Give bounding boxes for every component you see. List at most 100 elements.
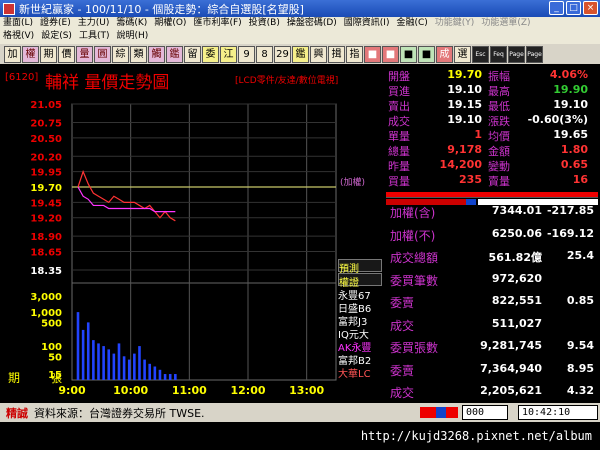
menu-row-1: 畫面(L) 證券(E) 主力(U) 籌碼(K) 期權(O) 匯市利率(F) 投資(B) 操盤密… (0, 17, 600, 30)
broker-tab[interactable]: 預測 (338, 259, 382, 275)
market-row: 成交 511,027 (386, 317, 598, 335)
chart-frame (71, 103, 337, 381)
toolbar-button[interactable]: 成 (436, 45, 453, 63)
menu-item[interactable]: 國際資訊(I) (344, 17, 390, 30)
menu-item[interactable]: 說明(H) (116, 30, 148, 43)
toolbar-button[interactable]: ■ (382, 45, 399, 63)
quote-row: 總量 9,178 金額 1.80 (386, 143, 598, 158)
market-value: 561.82億 (488, 251, 542, 264)
toolbar-button[interactable]: Esc (472, 45, 489, 63)
menu-item[interactable]: 功能鍵(Y) (435, 17, 475, 30)
quote-value: 19.90 (553, 83, 588, 96)
market-row: 成交 2,205,621 4.32 (386, 384, 598, 402)
toolbar-button[interactable]: 綜 (112, 45, 129, 63)
quote-label: 賣量 (488, 175, 510, 188)
menu-bar: 畫面(L) 證券(E) 主力(U) 籌碼(K) 期權(O) 匯市利率(F) 投資(B) 操盤密… (0, 17, 600, 44)
market-value: 822,551 (491, 294, 542, 307)
menu-item[interactable]: 投資(B) (249, 17, 280, 30)
broker-item[interactable]: IQ元大 (338, 326, 382, 341)
toolbar-button[interactable]: 江 (220, 45, 237, 63)
price-series-line (77, 169, 176, 222)
broker-item[interactable]: 富邦J3 (338, 313, 382, 328)
quote-label: 漲跌 (488, 115, 510, 128)
vendor-tag: 精誠 (6, 406, 28, 420)
market-row: 成交總額 561.82億 25.4 (386, 249, 598, 267)
market-label: 成交總額 (390, 251, 439, 265)
quote-row: 單量 1 均價 19.65 (386, 128, 598, 143)
toolbar-button[interactable]: 期 (40, 45, 57, 63)
toolbar-button[interactable]: 量 (76, 45, 93, 63)
market-value: 9,281,745 (480, 339, 542, 352)
toolbar-button[interactable]: 權 (22, 45, 39, 63)
toolbar-button[interactable]: ■ (364, 45, 381, 63)
toolbar-button[interactable]: 圓 (94, 45, 111, 63)
market-row: 委買筆數 972,620 (386, 272, 598, 290)
toolbar-button[interactable]: 鑑 (292, 45, 309, 63)
toolbar-button[interactable]: 委 (202, 45, 219, 63)
quote-value: 4.06% (549, 68, 588, 81)
quote-label: 金額 (488, 145, 510, 158)
toolbar-button[interactable]: 揖 (328, 45, 345, 63)
toolbar-button[interactable]: ■ (418, 45, 435, 63)
toolbar-button[interactable]: 興 (310, 45, 327, 63)
toolbar-button[interactable]: 加 (4, 45, 21, 63)
broker-item[interactable]: 大華LC (338, 365, 382, 380)
maximize-button[interactable]: □ (566, 1, 581, 15)
menu-item[interactable]: 設定(S) (41, 30, 72, 43)
weighted-label: (加權) (340, 176, 365, 188)
menu-item[interactable]: 操盤密碼(D) (287, 17, 337, 30)
toolbar-button[interactable]: Page (508, 45, 525, 63)
toolbar-button[interactable]: 價 (58, 45, 75, 63)
broker-item[interactable]: AK永豐 (338, 339, 382, 354)
toolbar-button[interactable]: 觸 (148, 45, 165, 63)
toolbar-button[interactable]: 留 (184, 45, 201, 63)
quote-label: 買進 (388, 85, 410, 98)
price-tick-label: 19.95 (30, 168, 62, 179)
broker-tab[interactable]: 權證 (338, 273, 382, 289)
toolbar-button[interactable]: Feq (490, 45, 507, 63)
toolbar-button[interactable]: 8 (256, 45, 273, 63)
toolbar-button[interactable]: 29 (274, 45, 291, 63)
broker-item[interactable]: 永豐67 (338, 287, 382, 302)
toolbar-button[interactable]: 選 (454, 45, 471, 63)
price-tick-label: 21.05 (30, 100, 62, 111)
toolbar-button[interactable]: 9 (238, 45, 255, 63)
market-value: 6250.06 (491, 226, 542, 240)
quote-label: 昨量 (388, 160, 410, 173)
menu-item[interactable]: 功能選單(Z) (481, 17, 530, 30)
market-row: 委賣 7,364,940 8.95 (386, 362, 598, 380)
toolbar-button[interactable]: 類 (130, 45, 147, 63)
menu-item[interactable]: 工具(T) (79, 30, 110, 43)
market-row: 委賣 822,551 0.85 (386, 294, 598, 312)
broker-item[interactable]: 富邦B2 (338, 352, 382, 367)
market-label: 委買張數 (390, 341, 439, 355)
menu-item[interactable]: 證券(E) (40, 17, 71, 30)
menu-item[interactable]: 籌碼(K) (116, 17, 147, 30)
quote-label: 最低 (488, 100, 510, 113)
toolbar-button[interactable]: 指 (346, 45, 363, 63)
price-volume-chart[interactable]: 9:00 10:00 11:00 12:00 13:00 21.05 20.75 20.50 2… (0, 64, 384, 400)
menu-item[interactable]: 期權(O) (154, 17, 186, 30)
time-tick-label: 9:00 (58, 384, 86, 397)
minimize-button[interactable]: _ (549, 1, 564, 15)
market-value: 511,027 (491, 316, 542, 330)
menu-item[interactable]: 匯市利率(F) (193, 17, 241, 30)
toolbar-button[interactable]: ■ (400, 45, 417, 63)
price-tick-label: 18.65 (30, 248, 62, 259)
toolbar-button[interactable]: 鑑 (166, 45, 183, 63)
quote-value: 1 (474, 128, 482, 141)
close-button[interactable]: × (583, 1, 598, 15)
menu-item[interactable]: 主力(U) (78, 17, 110, 30)
market-index-panel: 加權(含) 7344.01 -217.85 加權(不) 6250.06 -169.12 成交… (386, 197, 598, 403)
broker-item[interactable]: 日盛B6 (338, 300, 382, 315)
market-label: 加權(含) (390, 206, 436, 220)
quote-label: 成交 (388, 115, 410, 128)
toolbar-button[interactable]: Page (526, 45, 543, 63)
stock-code-input[interactable]: 000 (462, 405, 508, 420)
quote-row: 成交 19.10 漲跌 -0.60(3%) (386, 113, 598, 128)
market-change: 9.54 (566, 339, 594, 352)
menu-item[interactable]: 金融(C) (396, 17, 427, 30)
menu-item[interactable]: 格視(V) (3, 30, 34, 43)
price-tick-label: 19.45 (30, 198, 62, 209)
menu-item[interactable]: 畫面(L) (3, 17, 33, 30)
